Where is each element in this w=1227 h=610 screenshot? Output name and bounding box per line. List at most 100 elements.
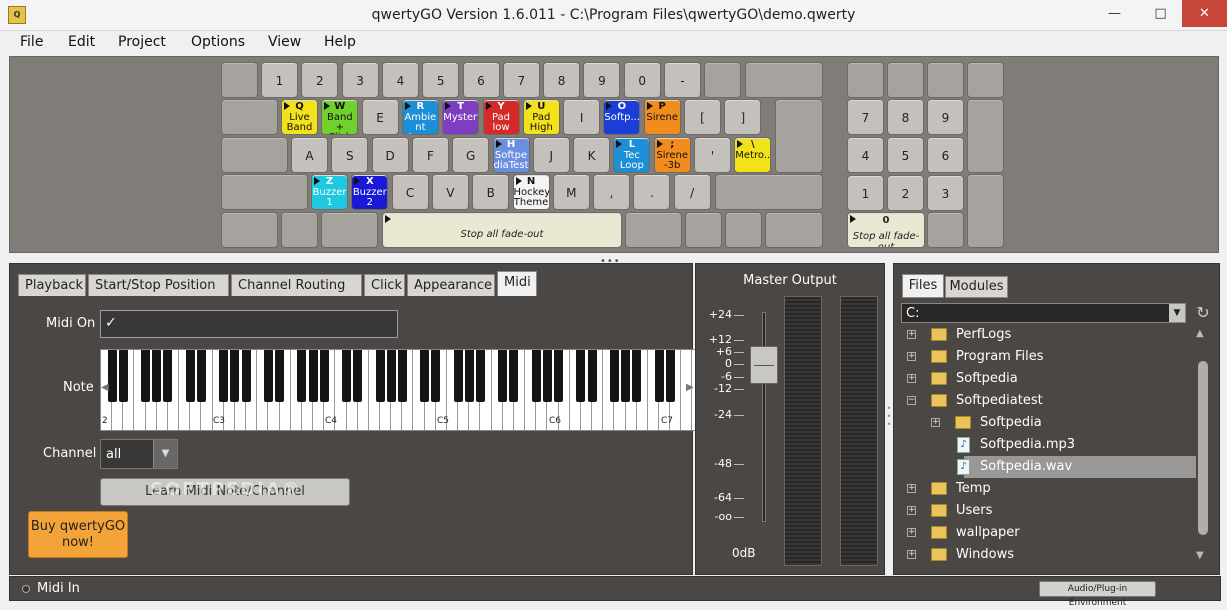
tree-row[interactable]: + PerfLogs <box>901 324 1196 346</box>
key-2-a[interactable]: D <box>371 137 409 173</box>
black-key[interactable] <box>654 350 664 402</box>
key-win-left[interactable] <box>281 212 318 248</box>
note-piano-keyboard[interactable]: 2 C3 C4 C5 C6 C7 <box>100 349 696 431</box>
master-fader-knob[interactable] <box>750 346 778 384</box>
piano-scroll-left-icon[interactable]: ◀ <box>101 382 109 393</box>
black-key[interactable] <box>230 350 240 402</box>
key-11-q[interactable]: ] <box>724 99 762 135</box>
numpad-numlock[interactable] <box>847 62 884 98</box>
key-menu[interactable] <box>725 212 762 248</box>
key-digit-3[interactable]: 4 <box>381 62 419 98</box>
tab-midi[interactable]: Midi <box>497 271 537 296</box>
numpad-key-2[interactable]: 2 <box>887 175 924 211</box>
key-backspace[interactable] <box>745 62 823 98</box>
scroll-up-icon[interactable]: ▲ <box>1196 328 1204 339</box>
numpad-key-4[interactable]: 4 <box>847 137 884 173</box>
black-key[interactable] <box>475 350 485 402</box>
black-key[interactable] <box>152 350 162 402</box>
black-key[interactable] <box>632 350 642 402</box>
key-digit-1[interactable]: 2 <box>301 62 339 98</box>
piano-scroll-right-icon[interactable]: ▶ <box>686 382 694 393</box>
key-escape[interactable] <box>221 62 258 98</box>
key-10-q[interactable]: [ <box>684 99 721 135</box>
scroll-thumb[interactable] <box>1198 361 1208 535</box>
black-key[interactable] <box>420 350 430 402</box>
key-8-q[interactable]: O Softp... <box>603 99 641 135</box>
tab-appearance[interactable]: Appearance <box>407 274 495 296</box>
black-key[interactable] <box>397 350 407 402</box>
key-caps[interactable] <box>221 137 288 173</box>
expand-icon[interactable]: + <box>907 352 916 361</box>
tab-channel-routing[interactable]: Channel Routing <box>231 274 362 296</box>
black-key[interactable] <box>509 350 519 402</box>
key-7-q[interactable]: I <box>563 99 601 135</box>
key-ctrl-right[interactable] <box>765 212 823 248</box>
tree-row[interactable]: ♪ Softpedia.mp3 <box>901 434 1196 456</box>
panel-splitter-grip[interactable]: • • • <box>886 405 892 435</box>
black-key[interactable] <box>542 350 552 402</box>
audio-plugin-environment-button[interactable]: Audio/Plug-in Environment <box>1039 581 1156 608</box>
key-digit-10[interactable]: - <box>664 62 701 98</box>
key-ctrl-left[interactable] <box>221 212 278 248</box>
tab-start-stop-position[interactable]: Start/Stop Position <box>88 274 229 296</box>
key-1-q[interactable]: WBand + Click <box>321 99 359 135</box>
numpad-key-0[interactable]: 0 Stop all fade-out <box>847 212 925 248</box>
master-fader-track[interactable] <box>762 312 766 522</box>
key-shift-left[interactable] <box>221 174 308 210</box>
expand-icon[interactable]: + <box>907 550 916 559</box>
key-1-z[interactable]: X Buzzer 2 <box>351 174 389 210</box>
key-3-z[interactable]: V <box>431 174 469 210</box>
black-key[interactable] <box>386 350 396 402</box>
key-5-a[interactable]: H Softpe diaTest <box>492 137 530 173</box>
key-alt-right[interactable] <box>625 212 682 248</box>
black-key[interactable] <box>342 350 352 402</box>
tree-row[interactable]: ♪ Softpedia.wav <box>957 456 1196 478</box>
black-key[interactable] <box>498 350 508 402</box>
key-9-a[interactable]: ; Sirene -3b <box>653 137 691 173</box>
key-10-a[interactable]: ' <box>694 137 731 173</box>
key-digit-6[interactable]: 7 <box>502 62 540 98</box>
black-key[interactable] <box>531 350 541 402</box>
key-shift-right[interactable] <box>715 174 823 210</box>
expand-icon[interactable]: + <box>907 506 916 515</box>
minimize-button[interactable]: — <box>1092 0 1137 27</box>
numpad-plus[interactable] <box>967 99 1004 173</box>
buy-button[interactable]: Buy qwertyGO now! <box>28 511 128 558</box>
key-alt-left[interactable] <box>321 212 378 248</box>
numpad-key-5[interactable]: 5 <box>887 137 924 173</box>
tab-playback[interactable]: Playback <box>18 274 86 296</box>
refresh-icon[interactable]: ↻ <box>1193 303 1213 323</box>
key-2-q[interactable]: E <box>361 99 399 135</box>
black-key[interactable] <box>587 350 597 402</box>
key-3-a[interactable]: F <box>411 137 449 173</box>
black-key[interactable] <box>308 350 318 402</box>
numpad-minus[interactable] <box>967 62 1004 98</box>
collapse-icon[interactable]: − <box>907 396 916 405</box>
key-4-a[interactable]: G <box>452 137 490 173</box>
midi-on-checkbox[interactable]: ✓ <box>100 310 398 338</box>
numpad-key-9[interactable]: 9 <box>927 99 964 135</box>
key-equals[interactable] <box>704 62 741 98</box>
key-11-a[interactable]: \ Metro... <box>734 137 772 173</box>
black-key[interactable] <box>141 350 151 402</box>
black-key[interactable] <box>196 350 206 402</box>
numpad-key-1[interactable]: 1 <box>847 175 884 211</box>
numpad-key-7[interactable]: 7 <box>847 99 884 135</box>
black-key[interactable] <box>464 350 474 402</box>
expand-icon[interactable]: + <box>907 330 916 339</box>
key-0-z[interactable]: Z Buzzer 1 <box>311 174 348 210</box>
tree-row[interactable]: + Windows <box>901 544 1196 566</box>
black-key[interactable] <box>621 350 631 402</box>
key-digit-7[interactable]: 8 <box>543 62 581 98</box>
black-key[interactable] <box>576 350 586 402</box>
key-1-a[interactable]: S <box>331 137 369 173</box>
key-tab[interactable] <box>221 99 278 135</box>
key-5-z[interactable]: N Hockey Theme <box>512 174 550 210</box>
menu-options[interactable]: Options <box>191 34 245 50</box>
tab-click[interactable]: Click <box>364 274 405 296</box>
key-digit-5[interactable]: 6 <box>462 62 500 98</box>
tree-scrollbar[interactable]: ▲ ▼ <box>1196 328 1210 566</box>
key-enter[interactable] <box>775 99 823 173</box>
key-6-q[interactable]: U Pad High <box>522 99 560 135</box>
key-0-q[interactable]: Q Live Band <box>281 99 318 135</box>
